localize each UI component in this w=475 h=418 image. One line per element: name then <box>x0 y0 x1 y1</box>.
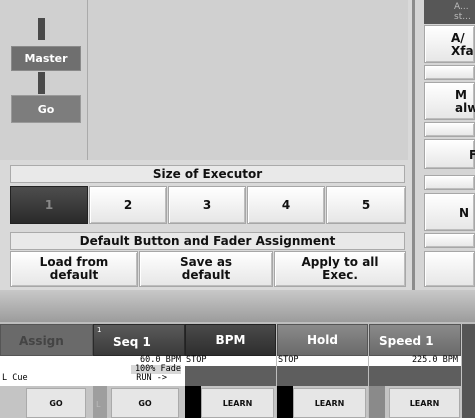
executor-assign[interactable]: Assign L Cue GO <box>0 324 93 418</box>
executor-bpm-bar <box>185 366 276 386</box>
executor-speed-1-learn-button[interactable]: LEARN <box>389 388 460 418</box>
size-5-button[interactable]: 5 <box>326 186 406 224</box>
lower-separator <box>0 290 475 322</box>
default-assignment-title: Default Button and Fader Assignment <box>10 232 405 250</box>
executor-assign-head: Assign <box>0 324 93 356</box>
size-3-button[interactable]: 3 <box>168 186 246 224</box>
go-button[interactable]: Go <box>11 95 81 123</box>
executor-assign-info: L Cue <box>0 356 93 386</box>
fader-track-bottom <box>38 72 45 94</box>
right-item-spacer-4 <box>424 233 475 248</box>
save-as-default-button[interactable]: Save as default <box>139 251 273 287</box>
executor-bpm-learn-button[interactable]: LEARN <box>201 388 274 418</box>
executor-bpm[interactable]: BPM STOP LEARN <box>185 324 276 418</box>
right-item-5[interactable] <box>424 251 475 287</box>
executor-hold-bar <box>277 366 368 386</box>
executor-bpm-head: BPM <box>185 324 276 356</box>
executor-speed-1-info: 225.0 BPM <box>369 356 461 366</box>
executor-right-edge <box>462 324 475 418</box>
executor-bpm-info: STOP <box>185 356 276 366</box>
right-item-spacer-2 <box>424 122 475 137</box>
executor-speed-1-bar <box>369 366 461 386</box>
executor-hold-head: Hold <box>277 324 368 356</box>
right-column-top-tab[interactable]: A... st... <box>424 0 475 24</box>
apply-to-all-button[interactable]: Apply to all Exec. <box>274 251 406 287</box>
executor-assign-go-button[interactable]: GO <box>26 388 86 418</box>
size-1-button[interactable]: 1 <box>10 186 88 224</box>
executor-hold-learn-button[interactable]: LEARN <box>293 388 366 418</box>
executor-seq-1-go-button[interactable]: GO <box>111 388 179 418</box>
executor-seq-1[interactable]: 1 Seq 1 60.0 BPM 100% Fade RUN -> L GO <box>93 324 185 418</box>
right-item-3[interactable]: F <box>424 139 475 169</box>
fader-track-top <box>38 18 45 40</box>
right-item-spacer-1 <box>424 65 475 80</box>
master-button[interactable]: Master <box>11 46 81 71</box>
executor-hold-info: STOP <box>277 356 368 366</box>
size-2-button[interactable]: 2 <box>89 186 167 224</box>
executor-speed-1-strip <box>369 386 385 418</box>
right-item-1[interactable]: A/ Xfa <box>424 25 475 63</box>
size-4-button[interactable]: 4 <box>247 186 325 224</box>
main-upper-panel <box>87 0 408 160</box>
size-of-executor-title: Size of Executor <box>10 165 405 183</box>
right-item-4[interactable]: N <box>424 193 475 231</box>
executor-seq-1-head: 1 Seq 1 <box>93 324 185 356</box>
load-from-default-button[interactable]: Load from default <box>10 251 138 287</box>
right-item-spacer-3 <box>424 175 475 190</box>
go-button-label: Go <box>37 102 55 116</box>
right-item-2[interactable]: M alw. <box>424 82 475 120</box>
executor-speed-1[interactable]: Speed 1 225.0 BPM LEARN <box>369 324 475 418</box>
executor-seq-1-side: L <box>93 386 107 418</box>
executor-seq-1-info: 60.0 BPM 100% Fade RUN -> <box>93 356 185 386</box>
master-button-label: Master <box>24 52 68 65</box>
executor-speed-1-head: Speed 1 <box>369 324 461 356</box>
executor-bpm-black-strip <box>185 386 201 418</box>
executor-hold[interactable]: Hold STOP LEARN <box>277 324 368 418</box>
executor-hold-black-strip <box>277 386 293 418</box>
